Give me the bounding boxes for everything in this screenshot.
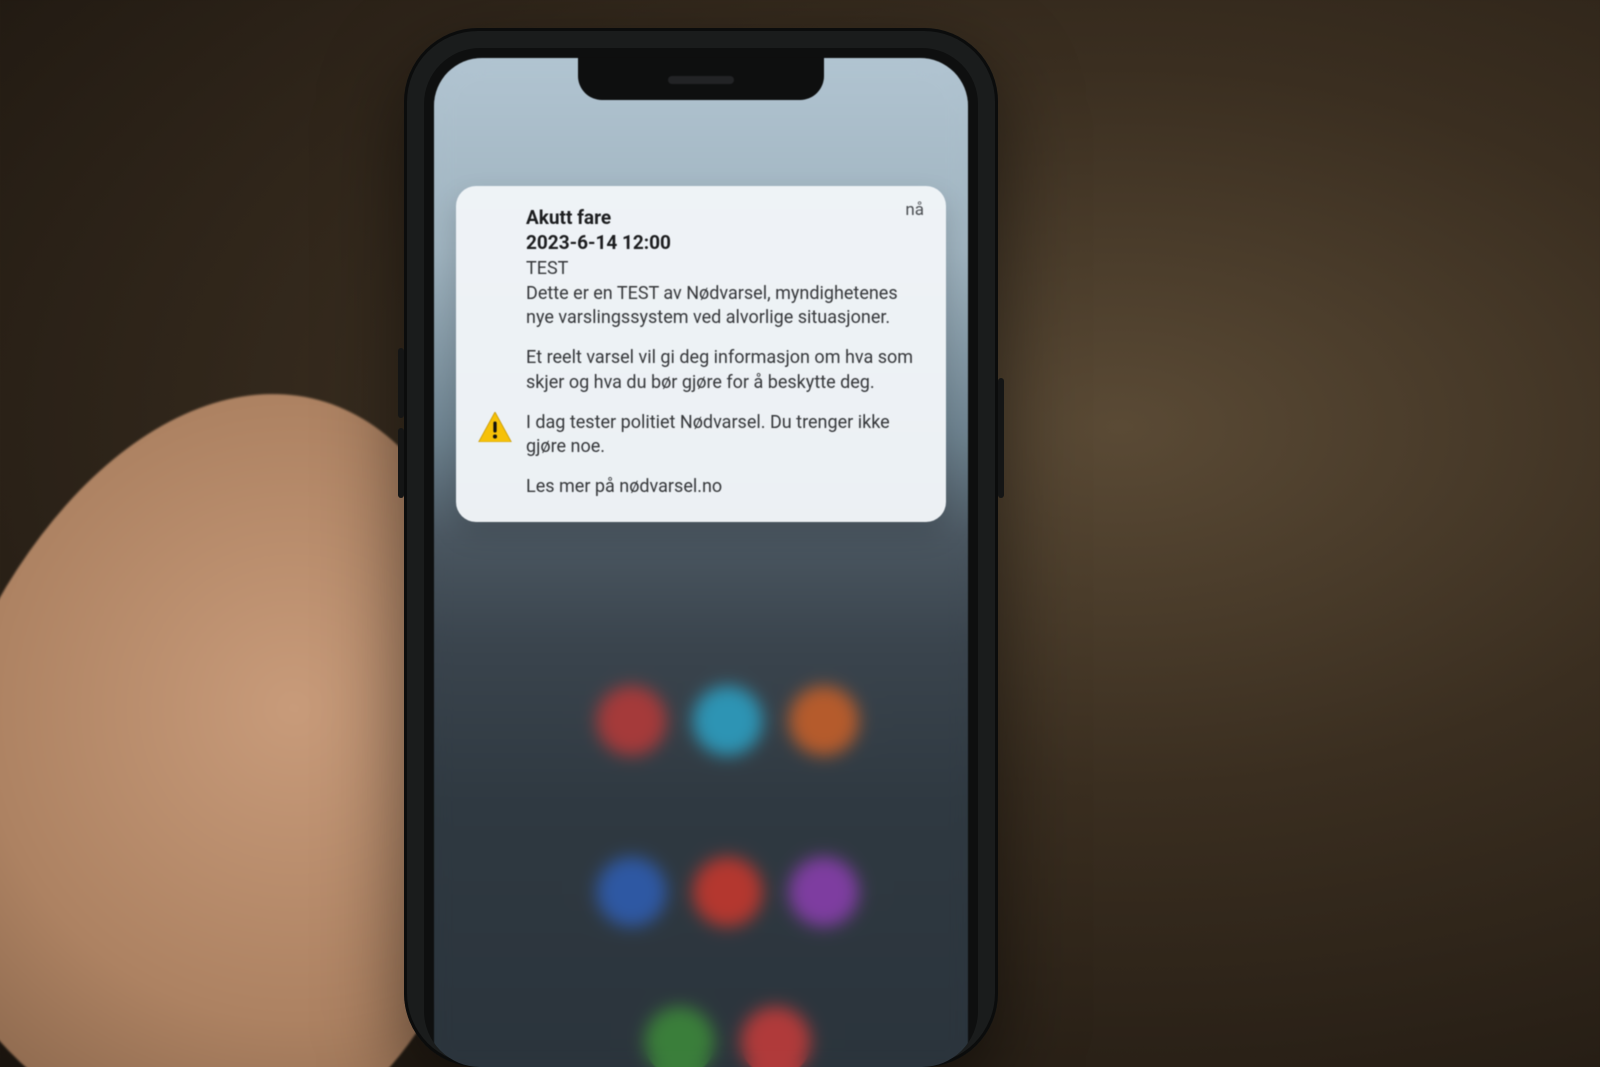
notification-icon-column [478,206,512,500]
notification-paragraph: TESTDette er en TEST av Nødvarsel, myndi… [526,257,924,330]
smartphone-device: nå Akutt fare 2023-6-14 12:00 TESTDet [404,28,998,1067]
notification-body: TESTDette er en TEST av Nødvarsel, myndi… [526,257,924,499]
warning-triangle-icon [478,412,512,442]
notification-datetime: 2023-6-14 12:00 [526,231,924,256]
phone-bezel: nå Akutt fare 2023-6-14 12:00 TESTDet [424,48,978,1067]
notification-paragraph: Et reelt varsel vil gi deg informasjon o… [526,346,924,395]
notification-content: Akutt fare 2023-6-14 12:00 TESTDette er … [526,206,924,500]
notification-paragraph: I dag tester politiet Nødvarsel. Du tren… [526,411,924,460]
phone-screen[interactable]: nå Akutt fare 2023-6-14 12:00 TESTDet [434,58,968,1067]
notification-timestamp: nå [905,200,924,220]
volume-up-button[interactable] [398,348,404,418]
notification-paragraph: Les mer på nødvarsel.no [526,475,924,499]
power-button[interactable] [998,378,1004,498]
display-notch [578,58,824,100]
notification-title: Akutt fare [526,206,924,231]
emergency-alert-notification[interactable]: nå Akutt fare 2023-6-14 12:00 TESTDet [456,186,946,522]
volume-down-button[interactable] [398,428,404,498]
